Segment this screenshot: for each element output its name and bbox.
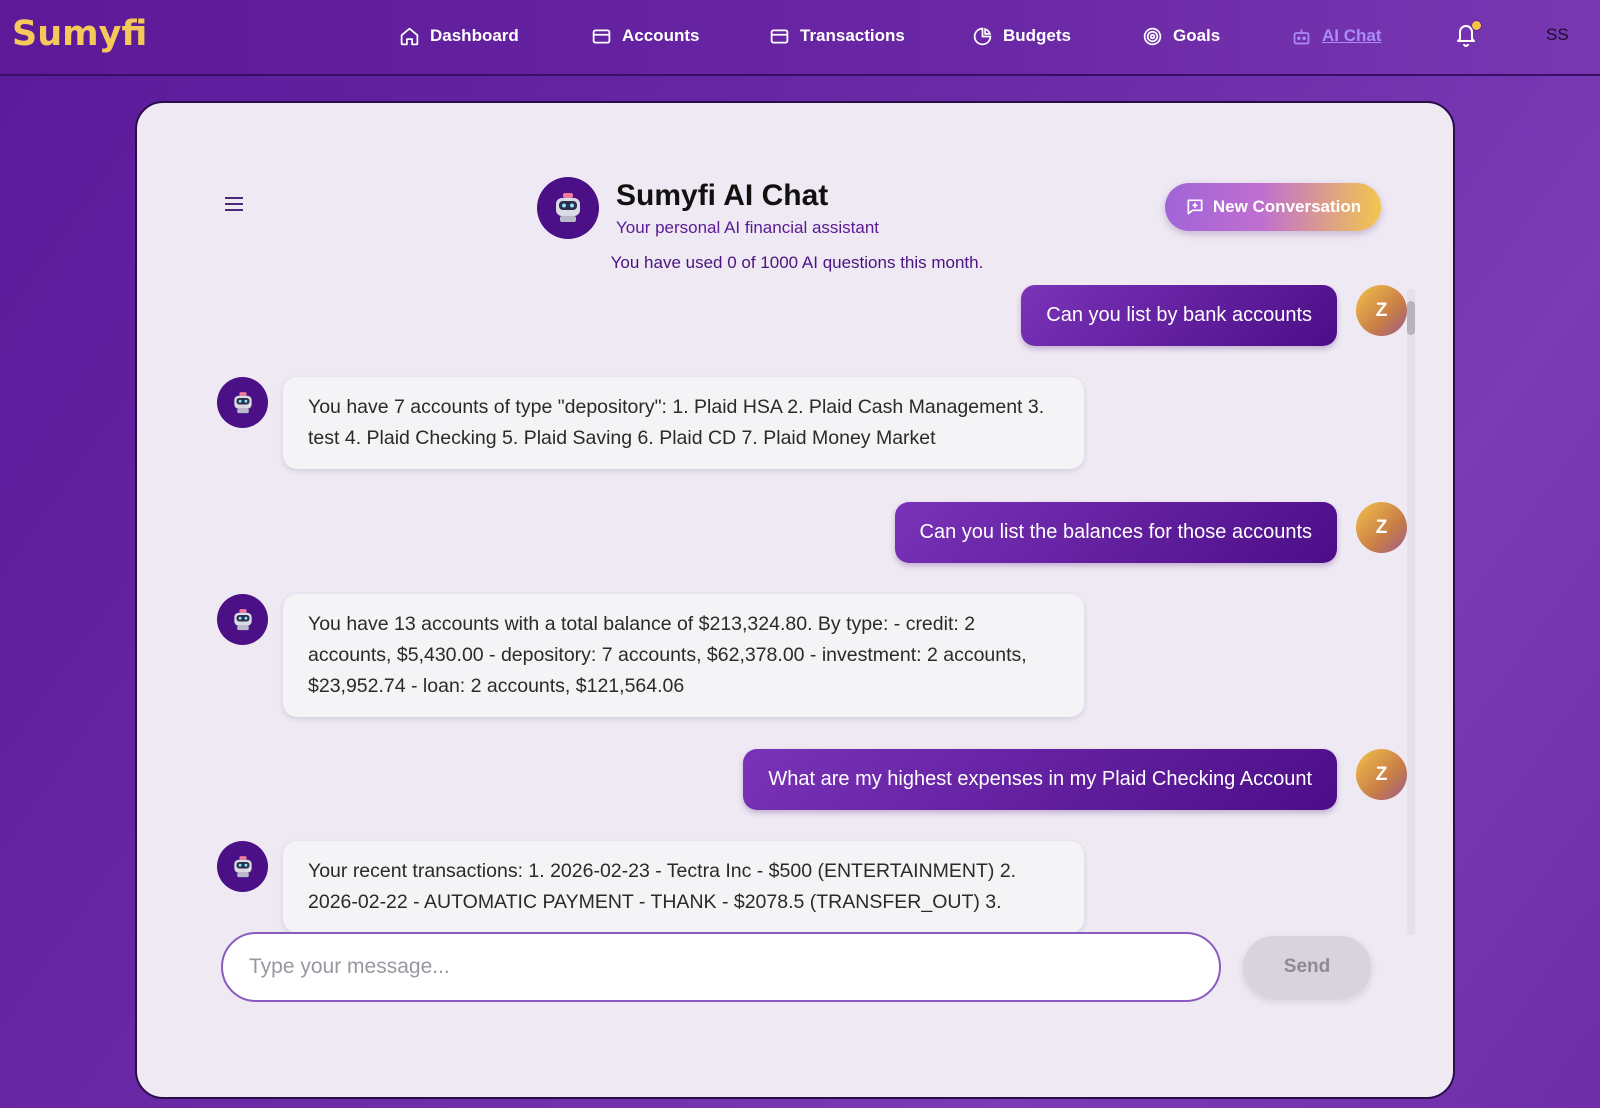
assistant-avatar: [217, 841, 268, 892]
assistant-avatar: [537, 177, 599, 239]
nav-dashboard-label: Dashboard: [430, 26, 519, 45]
user-message: What are my highest expenses in my Plaid…: [743, 749, 1337, 810]
card-icon: [770, 29, 789, 43]
nav-dashboard[interactable]: Dashboard: [399, 22, 519, 50]
message-input[interactable]: [221, 932, 1221, 1002]
assistant-avatar: [217, 377, 268, 428]
assistant-message: Your recent transactions: 1. 2026-02-23 …: [283, 841, 1084, 933]
pie-chart-icon: [973, 27, 992, 45]
user-message: Can you list by bank accounts: [1021, 285, 1337, 346]
nav-transactions[interactable]: Transactions: [769, 22, 905, 50]
chat-card: Sumyfi AI Chat Your personal AI financia…: [135, 101, 1455, 1099]
page-title: Sumyfi AI Chat: [616, 179, 829, 212]
user-menu[interactable]: SS: [1546, 25, 1569, 45]
user-avatar: Z: [1356, 749, 1407, 800]
nav-budgets-label: Budgets: [1003, 26, 1071, 45]
top-navbar: Sumyfi Dashboard Accounts Transactions B…: [0, 0, 1600, 76]
assistant-avatar: [217, 594, 268, 645]
user-message: Can you list the balances for those acco…: [894, 502, 1337, 563]
robot-icon: [556, 193, 580, 222]
usage-text: You have used 0 of 1000 AI questions thi…: [610, 253, 984, 272]
nav-accounts-label: Accounts: [622, 26, 700, 45]
brand-logo[interactable]: Sumyfi: [12, 14, 147, 54]
send-button[interactable]: Send: [1243, 936, 1371, 998]
assistant-message: You have 7 accounts of type "depository"…: [283, 377, 1084, 469]
new-conversation-button[interactable]: New Conversation: [1165, 183, 1381, 231]
robot-icon: [233, 391, 252, 413]
card-icon: [592, 29, 611, 43]
menu-icon[interactable]: [225, 197, 243, 213]
nav-budgets[interactable]: Budgets: [972, 22, 1071, 50]
user-avatar: Z: [1356, 285, 1407, 336]
notification-dot: [1471, 20, 1482, 31]
nav-goals[interactable]: Goals: [1142, 22, 1220, 50]
nav-transactions-label: Transactions: [800, 26, 905, 45]
messages-scrollbar[interactable]: [1407, 289, 1415, 935]
nav-ai-chat-label: AI Chat: [1322, 26, 1382, 45]
nav-goals-label: Goals: [1173, 26, 1221, 45]
home-icon: [400, 27, 419, 45]
new-conversation-label: New Conversation: [1212, 197, 1362, 216]
target-icon: [1143, 27, 1162, 45]
notifications-button[interactable]: [1454, 20, 1482, 50]
messages-list[interactable]: Can you list by bank accounts Z You have…: [197, 285, 1407, 1031]
scrollbar-thumb[interactable]: [1407, 301, 1415, 335]
robot-icon: [233, 855, 252, 877]
nav-accounts[interactable]: Accounts: [591, 22, 699, 50]
nav-ai-chat[interactable]: AI Chat: [1291, 22, 1382, 50]
assistant-message: You have 13 accounts with a total balanc…: [283, 594, 1084, 717]
user-avatar: Z: [1356, 502, 1407, 553]
chat-plus-icon: [1187, 199, 1203, 215]
page-subtitle: Your personal AI financial assistant: [616, 218, 880, 237]
robot-icon: [233, 608, 252, 630]
robot-icon: [1293, 29, 1310, 44]
